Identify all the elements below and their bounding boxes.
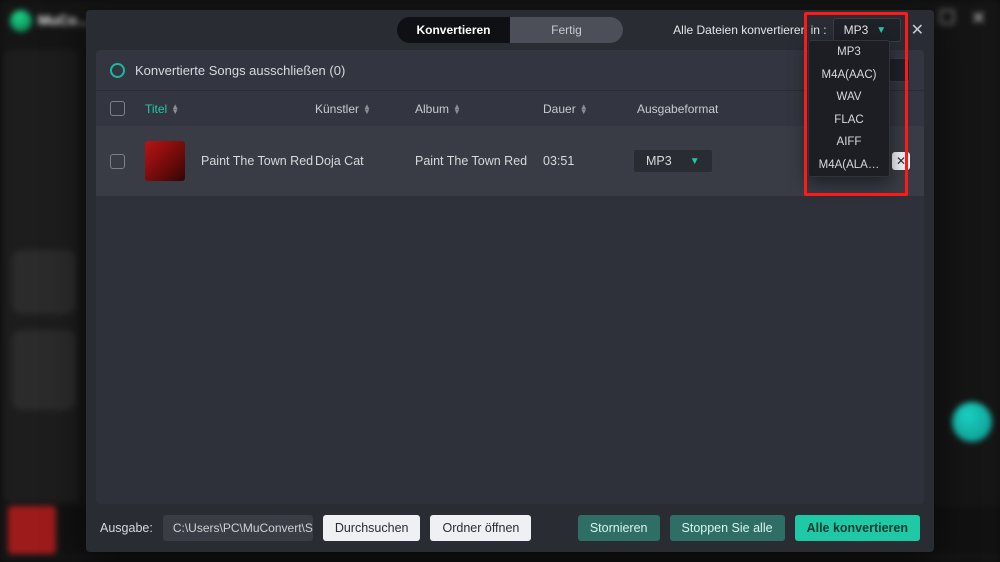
window-maximize-icon[interactable] <box>940 10 954 24</box>
cell-duration: 03:51 <box>543 154 633 168</box>
col-title[interactable]: Titel <box>145 102 315 116</box>
format-option[interactable]: MP3 <box>809 41 889 64</box>
table-header: Titel Künstler Album Dauer Ausgabeformat <box>96 90 924 126</box>
exclude-label[interactable]: Konvertierte Songs ausschließen (0) <box>135 63 345 78</box>
row-format-dropdown[interactable]: MP3 ▼ <box>633 149 713 173</box>
row-checkbox[interactable] <box>110 154 125 169</box>
cancel-button[interactable]: Stornieren <box>578 515 660 541</box>
select-all-checkbox[interactable] <box>110 101 125 116</box>
format-option[interactable]: WAV <box>809 86 889 109</box>
browse-button[interactable]: Durchsuchen <box>323 515 421 541</box>
modal-header: Konvertieren Fertig Alle Dateien konvert… <box>86 10 934 50</box>
table-body: Paint The Town Red Doja Cat Paint The To… <box>96 126 924 504</box>
filter-bar: Konvertierte Songs ausschließen (0) <box>96 50 924 90</box>
stop-all-button[interactable]: Stoppen Sie alle <box>670 515 785 541</box>
exclude-toggle-icon[interactable] <box>110 63 125 78</box>
window-close-icon[interactable]: ✕ <box>971 8 986 29</box>
format-option[interactable]: FLAC <box>809 109 889 132</box>
format-option[interactable]: M4A(ALA… <box>809 154 889 177</box>
support-bubble-icon[interactable] <box>952 402 992 442</box>
row-delete-button[interactable]: ✕ <box>892 152 910 170</box>
cell-album: Paint The Town Red <box>415 154 543 168</box>
convert-all-label: Alle Dateien konvertieren in : <box>673 23 826 37</box>
output-path[interactable]: C:\Users\PC\MuConvert\Sp… <box>163 515 313 541</box>
chevron-down-icon: ▼ <box>690 156 700 167</box>
convert-all-setting: Alle Dateien konvertieren in : MP3 ▼ <box>673 18 900 42</box>
global-format-dropdown[interactable]: MP3 ▼ <box>833 18 901 42</box>
format-dropdown-menu: MP3 M4A(AAC) WAV FLAC AIFF M4A(ALA… <box>808 40 890 177</box>
global-format-value: MP3 <box>844 23 869 37</box>
table-row: Paint The Town Red Doja Cat Paint The To… <box>96 126 924 196</box>
convert-all-button[interactable]: Alle konvertieren <box>795 515 920 541</box>
format-option[interactable]: AIFF <box>809 131 889 154</box>
convert-modal: Konvertieren Fertig Alle Dateien konvert… <box>86 10 934 552</box>
col-duration[interactable]: Dauer <box>543 102 637 116</box>
modal-close-button[interactable]: ✕ <box>911 20 924 40</box>
album-art <box>145 141 185 181</box>
output-label: Ausgabe: <box>100 521 153 535</box>
col-output: Ausgabeformat <box>637 102 797 116</box>
col-artist[interactable]: Künstler <box>315 102 415 116</box>
mode-tabs: Konvertieren Fertig <box>397 17 623 43</box>
modal-footer: Ausgabe: C:\Users\PC\MuConvert\Sp… Durch… <box>86 504 934 552</box>
tab-convert[interactable]: Konvertieren <box>397 17 510 43</box>
col-album[interactable]: Album <box>415 102 543 116</box>
app-logo-icon <box>10 10 32 32</box>
cell-output: MP3 ▼ <box>633 149 753 173</box>
row-format-value: MP3 <box>646 154 672 168</box>
cell-artist: Doja Cat <box>315 154 415 168</box>
tab-done[interactable]: Fertig <box>510 17 623 43</box>
app-title: MuCo… <box>38 12 91 28</box>
chevron-down-icon: ▼ <box>876 25 886 36</box>
format-option[interactable]: M4A(AAC) <box>809 64 889 87</box>
open-folder-button[interactable]: Ordner öffnen <box>430 515 531 541</box>
cell-title: Paint The Town Red <box>201 154 315 168</box>
